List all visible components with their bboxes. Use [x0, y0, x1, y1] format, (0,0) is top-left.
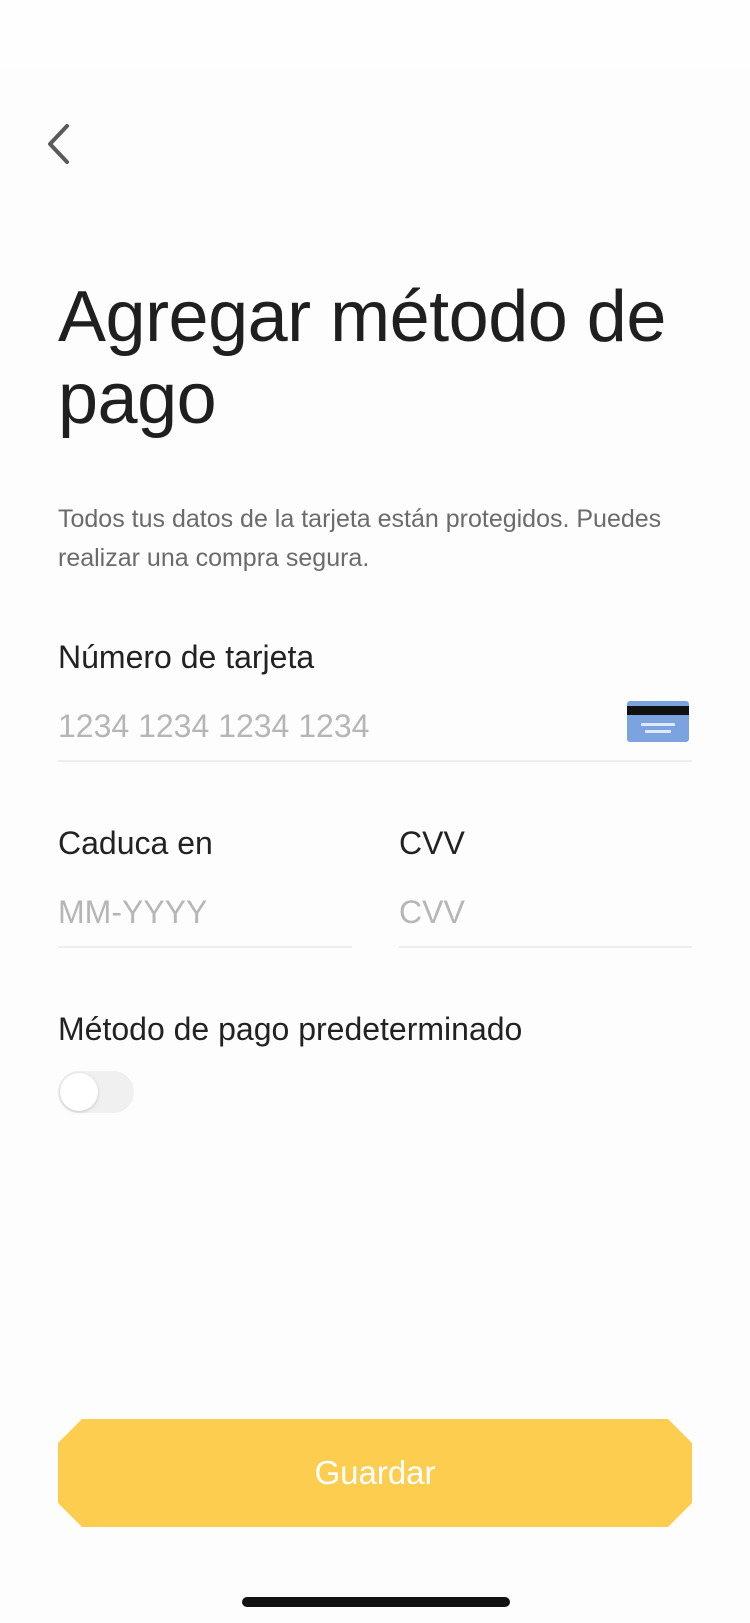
credit-card-icon — [627, 701, 689, 742]
expiry-underline — [58, 946, 352, 948]
status-bar — [0, 0, 750, 70]
expiry-label: Caduca en — [58, 825, 213, 861]
page-title: Agregar método de pago — [58, 277, 666, 439]
security-note: Todos tus datos de la tarjeta están prot… — [58, 505, 662, 572]
default-method-label: Método de pago predeterminado — [58, 1011, 523, 1047]
card-number-label: Número de tarjeta — [58, 639, 315, 675]
card-number-input[interactable] — [58, 702, 598, 750]
cvv-label: CVV — [399, 825, 465, 861]
cvv-input[interactable] — [399, 888, 689, 936]
toggle-knob — [60, 1073, 98, 1111]
home-indicator — [242, 1597, 510, 1607]
card-number-underline — [58, 760, 692, 762]
default-method-toggle[interactable] — [58, 1071, 134, 1113]
chevron-left-icon — [48, 124, 69, 164]
back-button[interactable] — [38, 116, 78, 172]
expiry-input[interactable] — [58, 888, 348, 936]
cvv-underline — [399, 946, 692, 948]
save-button[interactable]: Guardar — [58, 1419, 692, 1527]
